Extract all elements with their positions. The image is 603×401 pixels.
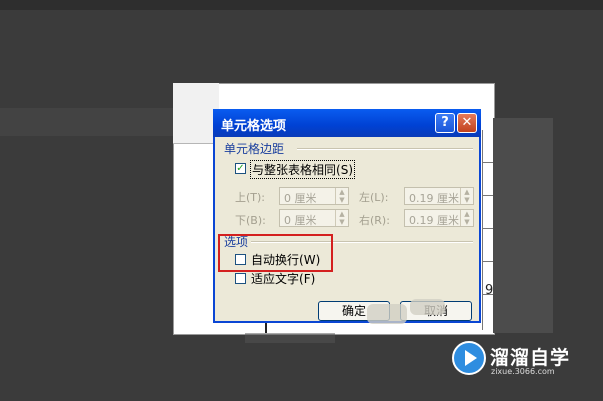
group-divider [297,148,473,150]
help-button[interactable]: ? [435,113,455,133]
bottom-margin-spinner[interactable]: 0 厘米 ▲ ▼ [279,209,349,227]
highlight-box [218,234,333,272]
left-margin-label: 左(L): [359,191,389,204]
cell-options-dialog: 单元格选项 ? ✕ 单元格边距 ✓ 与整张表格相同(S) 上(T): 0 厘米 … [213,109,481,324]
close-button[interactable]: ✕ [457,113,477,133]
dialog-title: 单元格选项 [221,119,287,134]
spin-up-icon: ▲ [339,210,345,218]
play-logo-icon [452,341,486,375]
dialog-title-bar[interactable]: 单元格选项 ? ✕ [213,109,481,137]
spin-down-icon: ▼ [464,196,470,204]
watermark-url: zixue.3066.com [491,367,555,376]
watermark: 溜溜自学 zixue.3066.com [448,335,570,387]
spin-up-icon: ▲ [464,210,470,218]
bottom-margin-label: 下(B): [235,214,266,227]
spin-up-icon: ▲ [464,188,470,196]
same-as-table-checkbox[interactable]: ✓ [235,163,246,174]
fit-text-checkbox[interactable] [235,273,246,284]
fit-text-label[interactable]: 适应文字(F) [251,270,315,287]
spin-down-icon: ▼ [339,218,345,226]
right-margin-spinner[interactable]: 0.19 厘米 ▲ ▼ [404,209,474,227]
top-margin-spinner[interactable]: 0 厘米 ▲ ▼ [279,187,349,205]
dark-side-area [493,118,553,333]
blurred-toolbar [0,108,173,136]
top-margin-label: 上(T): [235,191,266,204]
margins-group-label: 单元格边距 [224,142,285,156]
same-as-table-label[interactable]: 与整张表格相同(S) [250,160,355,179]
watermark-name: 溜溜自学 [490,347,571,369]
right-margin-label: 右(R): [359,214,390,227]
table-cell-text: 9 [485,283,494,298]
spin-down-icon: ▼ [339,196,345,204]
spin-up-icon: ▲ [339,188,345,196]
blur-smudge [367,304,407,324]
check-icon: ✓ [236,163,245,174]
blur-smudge [410,299,445,315]
spin-down-icon: ▼ [464,218,470,226]
top-band [0,0,603,10]
left-margin-spinner[interactable]: 0.19 厘米 ▲ ▼ [404,187,474,205]
blurred-area [245,333,335,343]
